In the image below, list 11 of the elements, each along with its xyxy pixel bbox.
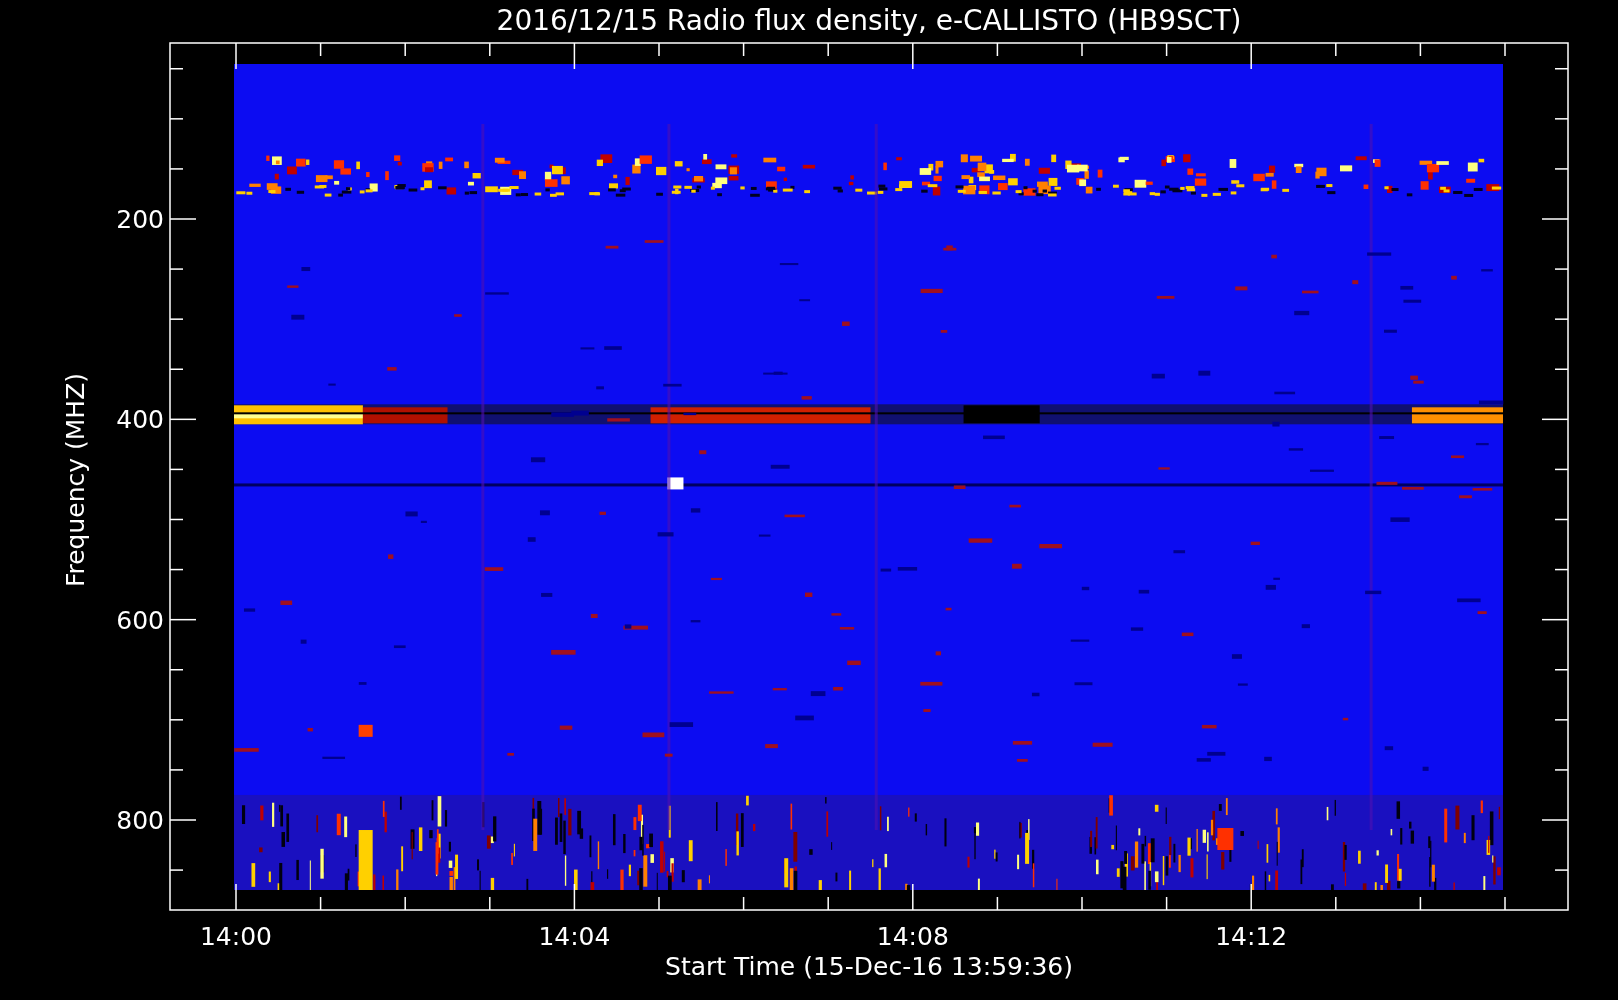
x-axis-label: Start Time (15-Dec-16 13:59:36) xyxy=(665,952,1073,981)
y-axis-label: Frequency (MHZ) xyxy=(61,372,90,588)
y-tick-label: 400 xyxy=(116,405,164,435)
y-tick-label: 800 xyxy=(116,806,164,835)
y-tick-label: 600 xyxy=(116,605,164,635)
y-tick-label: 200 xyxy=(116,205,164,234)
chart-title: 2016/12/15 Radio flux density, e-CALLISTO (HB9SCT) xyxy=(496,4,1242,37)
x-tick-label: 14:04 xyxy=(538,922,611,951)
x-tick-label: 14:12 xyxy=(1215,922,1288,951)
x-tick-label: 14:00 xyxy=(200,922,272,951)
x-tick-label: 14:08 xyxy=(876,922,949,951)
